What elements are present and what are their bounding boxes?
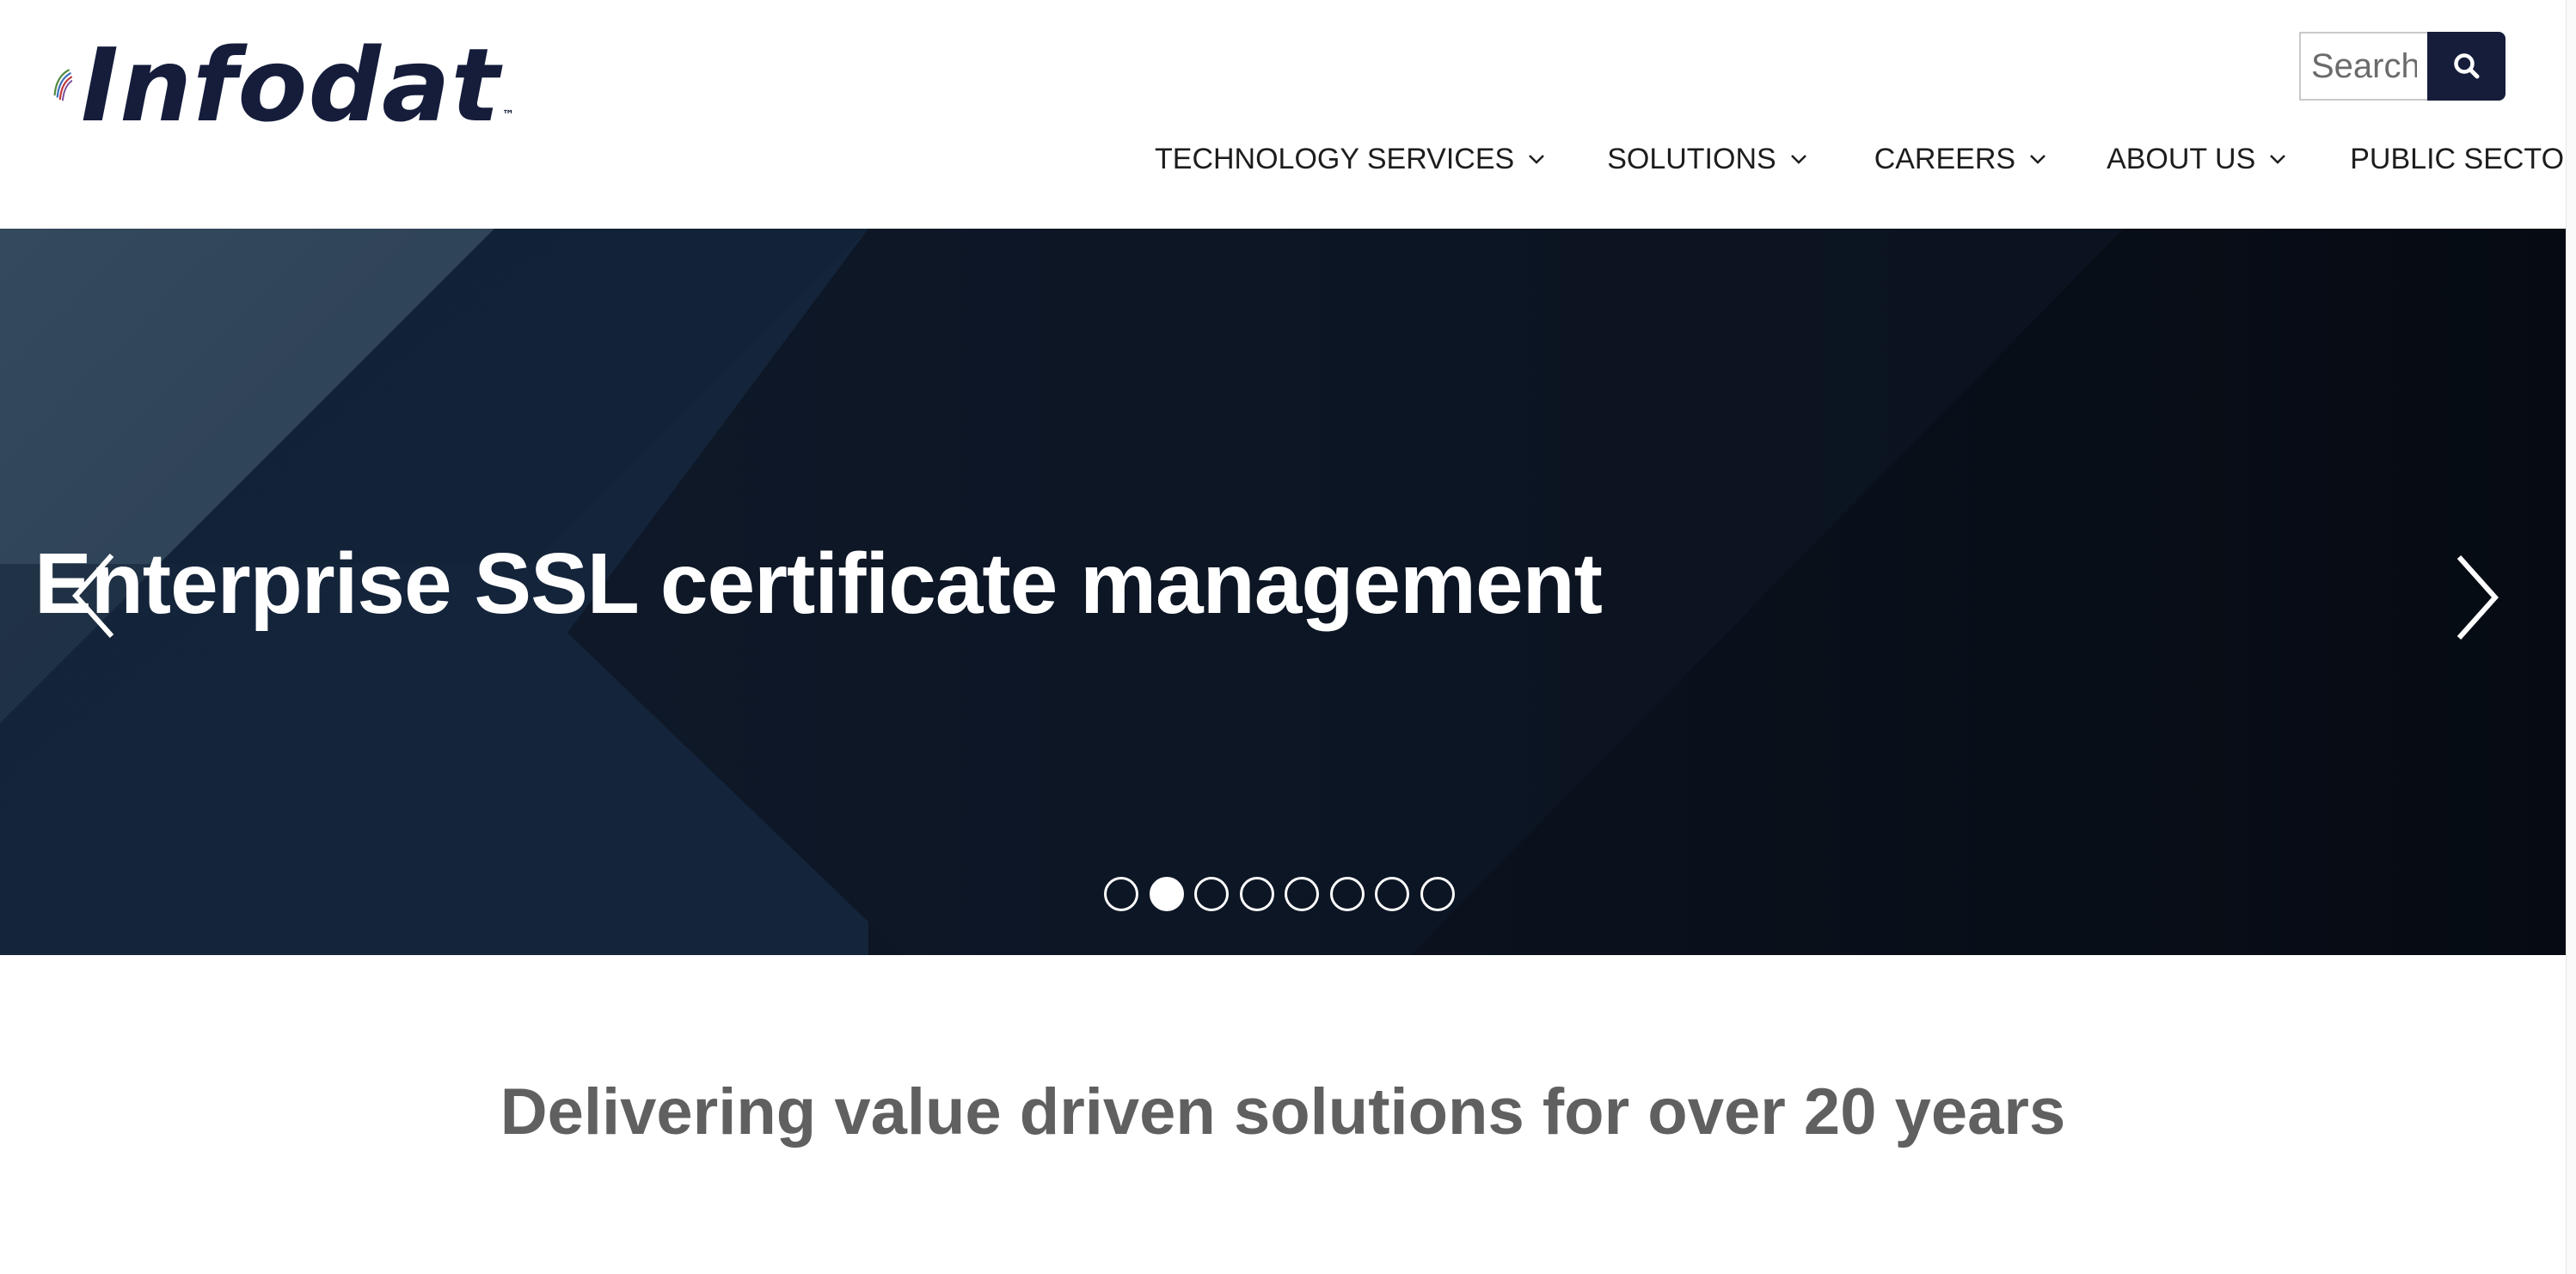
search-button[interactable]	[2427, 32, 2505, 101]
carousel-dot-4[interactable]	[1239, 877, 1274, 911]
logo-wordmark: Infodat	[81, 26, 500, 144]
nav-label: SOLUTIONS	[1607, 142, 1776, 175]
chevron-down-icon	[1529, 155, 1545, 164]
carousel-dot-8[interactable]	[1420, 877, 1455, 911]
carousel-dot-3[interactable]	[1194, 877, 1229, 911]
chevron-down-icon	[2270, 155, 2286, 164]
carousel-dot-6[interactable]	[1329, 877, 1365, 911]
hero-carousel: Enterprise SSL certificate management	[0, 229, 2566, 955]
hero-title: Enterprise SSL certificate management	[34, 536, 1603, 632]
site-header: Infodat ™ TECHNOLOGY SERVICES SOLUTIONS	[0, 0, 2576, 229]
page-scrollbar[interactable]	[2566, 0, 2576, 1274]
carousel-indicators	[1104, 877, 1465, 911]
nav-label: ABOUT US	[2107, 142, 2256, 175]
nav-label: CAREERS	[1874, 142, 2016, 175]
carousel-dot-2[interactable]	[1149, 877, 1184, 911]
nav-technology-services[interactable]: TECHNOLOGY SERVICES	[1155, 143, 1545, 176]
main-nav: TECHNOLOGY SERVICES SOLUTIONS CAREERS AB…	[1155, 138, 2576, 181]
carousel-dot-5[interactable]	[1285, 877, 1319, 911]
chevron-right-icon	[2456, 555, 2499, 640]
nav-about-us[interactable]: ABOUT US	[2107, 143, 2286, 176]
page: Infodat ™ TECHNOLOGY SERVICES SOLUTIONS	[0, 0, 2576, 1274]
search-icon	[2453, 53, 2479, 79]
carousel-next-button[interactable]	[2444, 550, 2504, 645]
chevron-down-icon	[1790, 155, 1806, 164]
nav-label: PUBLIC SECTOR	[2350, 142, 2576, 175]
nav-careers[interactable]: CAREERS	[1874, 143, 2046, 176]
carousel-prev-button[interactable]	[67, 548, 127, 643]
nav-public-sector[interactable]: PUBLIC SECTOR	[2350, 143, 2576, 176]
search-form	[2299, 32, 2505, 101]
chevron-down-icon	[2030, 155, 2045, 164]
chevron-left-icon	[71, 554, 114, 638]
infodat-logo[interactable]: Infodat ™	[50, 29, 514, 141]
carousel-dot-7[interactable]	[1375, 877, 1409, 911]
logo-swoosh-icon	[53, 69, 73, 101]
logo-trademark: ™	[502, 108, 514, 122]
carousel-dot-1[interactable]	[1104, 877, 1138, 911]
nav-solutions[interactable]: SOLUTIONS	[1607, 143, 1806, 176]
search-input[interactable]	[2299, 32, 2427, 101]
nav-label: TECHNOLOGY SERVICES	[1155, 142, 1515, 175]
tagline-heading: Delivering value driven solutions for ov…	[500, 1075, 2066, 1148]
